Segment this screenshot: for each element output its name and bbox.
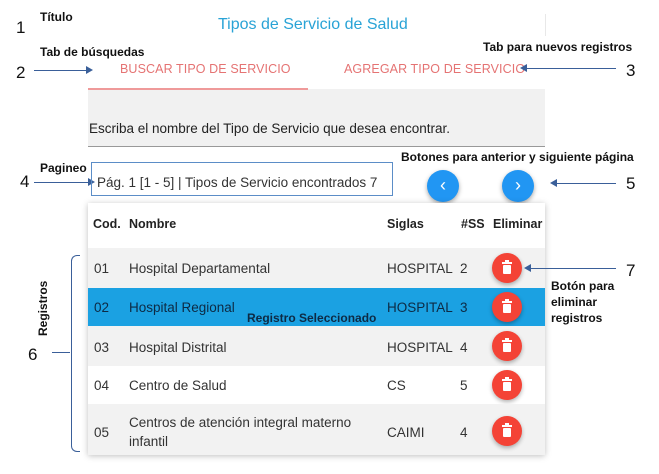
trash-icon — [502, 423, 512, 437]
trash-icon — [502, 299, 512, 313]
bracket-tick — [52, 352, 70, 353]
trash-icon — [502, 338, 512, 352]
trash-icons-layer — [502, 260, 512, 437]
annotation-number-6: 6 — [28, 345, 38, 364]
trash-icon — [502, 260, 512, 274]
annotation-boton-eliminar: Botón para eliminar registros — [551, 279, 615, 325]
trash-icon — [502, 377, 512, 391]
annotation-number-7: 7 — [626, 261, 636, 280]
annotation-registros: Registros — [36, 280, 50, 336]
annotation-arrow-7 — [530, 268, 616, 269]
registros-bracket — [71, 255, 80, 452]
arrow-head-icon — [524, 264, 531, 272]
